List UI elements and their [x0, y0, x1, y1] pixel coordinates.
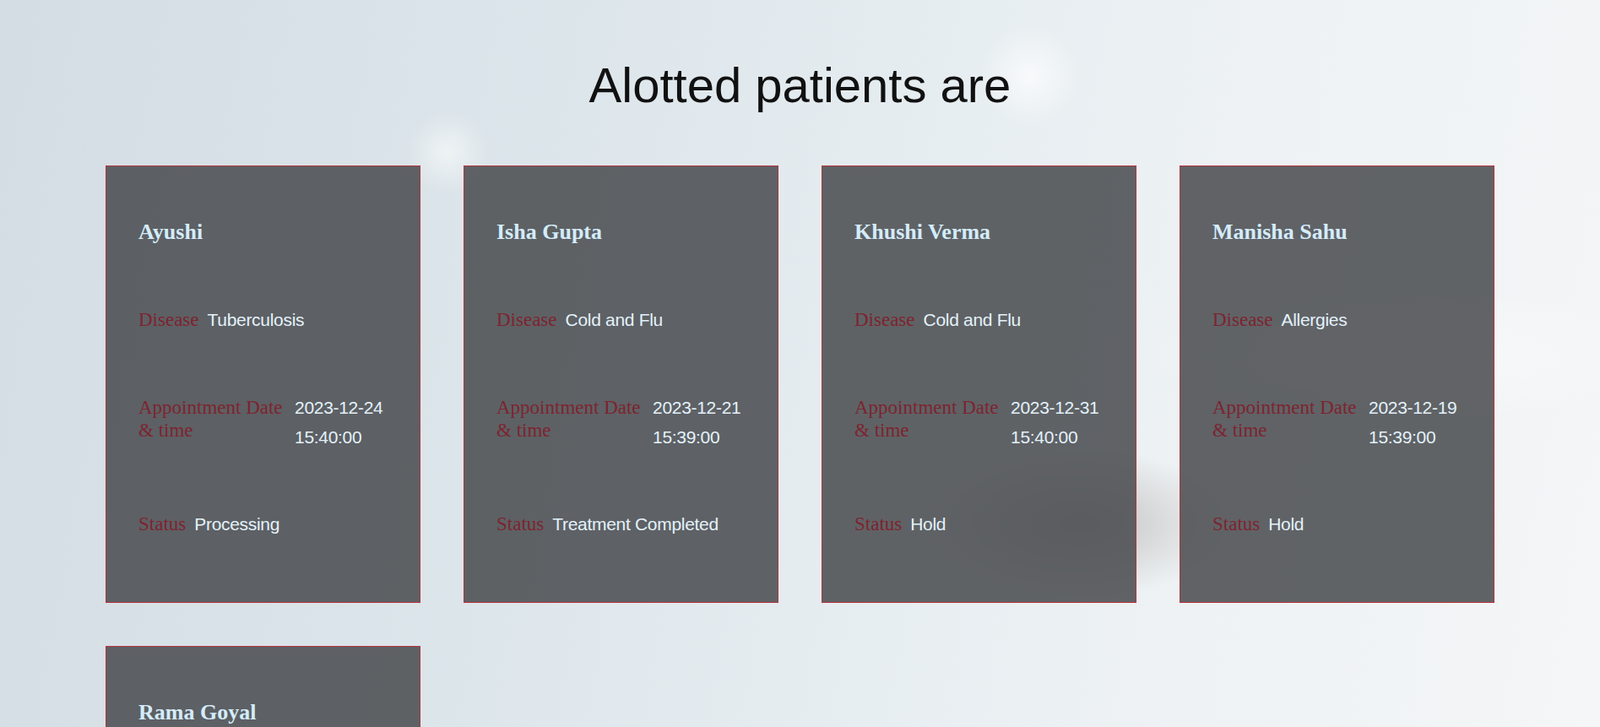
appointment-label: Appointment Date & time — [1212, 395, 1361, 443]
page: Alotted patients are Ayushi Disease Tubercu… — [0, 0, 1600, 727]
status-value: Treatment Completed — [552, 512, 719, 536]
status-label: Status — [138, 512, 186, 537]
appointment-values: 2023-12-19 15:39:00 — [1368, 395, 1457, 450]
appointment-row: Appointment Date & time 2023-12-19 15:39:0… — [1212, 395, 1469, 450]
patient-card: Rama Goyal — [105, 645, 421, 727]
page-heading: Alotted patients are — [0, 55, 1600, 115]
patient-name: Isha Gupta — [496, 218, 753, 245]
appointment-date: 2023-12-24 — [294, 395, 383, 419]
appointment-date: 2023-12-19 — [1368, 395, 1457, 419]
appointment-values: 2023-12-24 15:40:00 — [294, 395, 383, 450]
status-label: Status — [854, 512, 902, 537]
patient-name: Ayushi — [138, 218, 395, 245]
appointment-row: Appointment Date & time 2023-12-31 15:40:0… — [854, 395, 1111, 450]
disease-row: Disease Cold and Flu — [854, 308, 1111, 332]
disease-label: Disease — [138, 308, 200, 332]
status-row: Status Hold — [854, 512, 1111, 537]
status-value: Hold — [1268, 512, 1304, 536]
patient-grid: Ayushi Disease Tuberculosis Appointment Dat… — [0, 165, 1600, 727]
appointment-date: 2023-12-31 — [1010, 395, 1099, 419]
disease-label: Disease — [1212, 308, 1274, 332]
appointment-time: 15:40:00 — [1010, 425, 1099, 449]
disease-row: Disease Allergies — [1212, 308, 1469, 332]
disease-value: Cold and Flu — [923, 308, 1021, 331]
appointment-label: Appointment Date & time — [138, 395, 287, 443]
status-row: Status Processing — [138, 512, 395, 537]
disease-label: Disease — [496, 308, 558, 332]
appointment-time: 15:40:00 — [294, 425, 383, 449]
disease-row: Disease Cold and Flu — [496, 308, 753, 332]
appointment-time: 15:39:00 — [652, 425, 741, 449]
appointment-date: 2023-12-21 — [652, 395, 741, 419]
status-label: Status — [1212, 512, 1260, 537]
disease-label: Disease — [854, 308, 916, 332]
appointment-values: 2023-12-21 15:39:00 — [652, 395, 741, 450]
patient-card: Khushi Verma Disease Cold and Flu Appointme… — [821, 165, 1137, 603]
disease-value: Cold and Flu — [565, 308, 663, 331]
appointment-time: 15:39:00 — [1368, 425, 1457, 449]
appointment-label: Appointment Date & time — [854, 395, 1003, 443]
patient-card: Manisha Sahu Disease Allergies Appointment … — [1179, 165, 1495, 603]
patient-card: Isha Gupta Disease Cold and Flu Appointment… — [463, 165, 779, 603]
status-value: Processing — [194, 512, 280, 536]
status-row: Status Treatment Completed — [496, 512, 753, 537]
status-value: Hold — [910, 512, 946, 536]
disease-value: Tuberculosis — [207, 308, 305, 331]
patient-name: Rama Goyal — [138, 699, 395, 726]
disease-value: Allergies — [1281, 308, 1348, 331]
appointment-row: Appointment Date & time 2023-12-24 15:40:0… — [138, 395, 395, 450]
patient-name: Manisha Sahu — [1212, 218, 1469, 245]
patient-card: Ayushi Disease Tuberculosis Appointment Dat… — [105, 165, 421, 603]
patient-name: Khushi Verma — [854, 218, 1111, 245]
appointment-values: 2023-12-31 15:40:00 — [1010, 395, 1099, 450]
disease-row: Disease Tuberculosis — [138, 308, 395, 332]
status-row: Status Hold — [1212, 512, 1469, 537]
appointment-label: Appointment Date & time — [496, 395, 645, 443]
appointment-row: Appointment Date & time 2023-12-21 15:39:0… — [496, 395, 753, 450]
status-label: Status — [496, 512, 544, 537]
